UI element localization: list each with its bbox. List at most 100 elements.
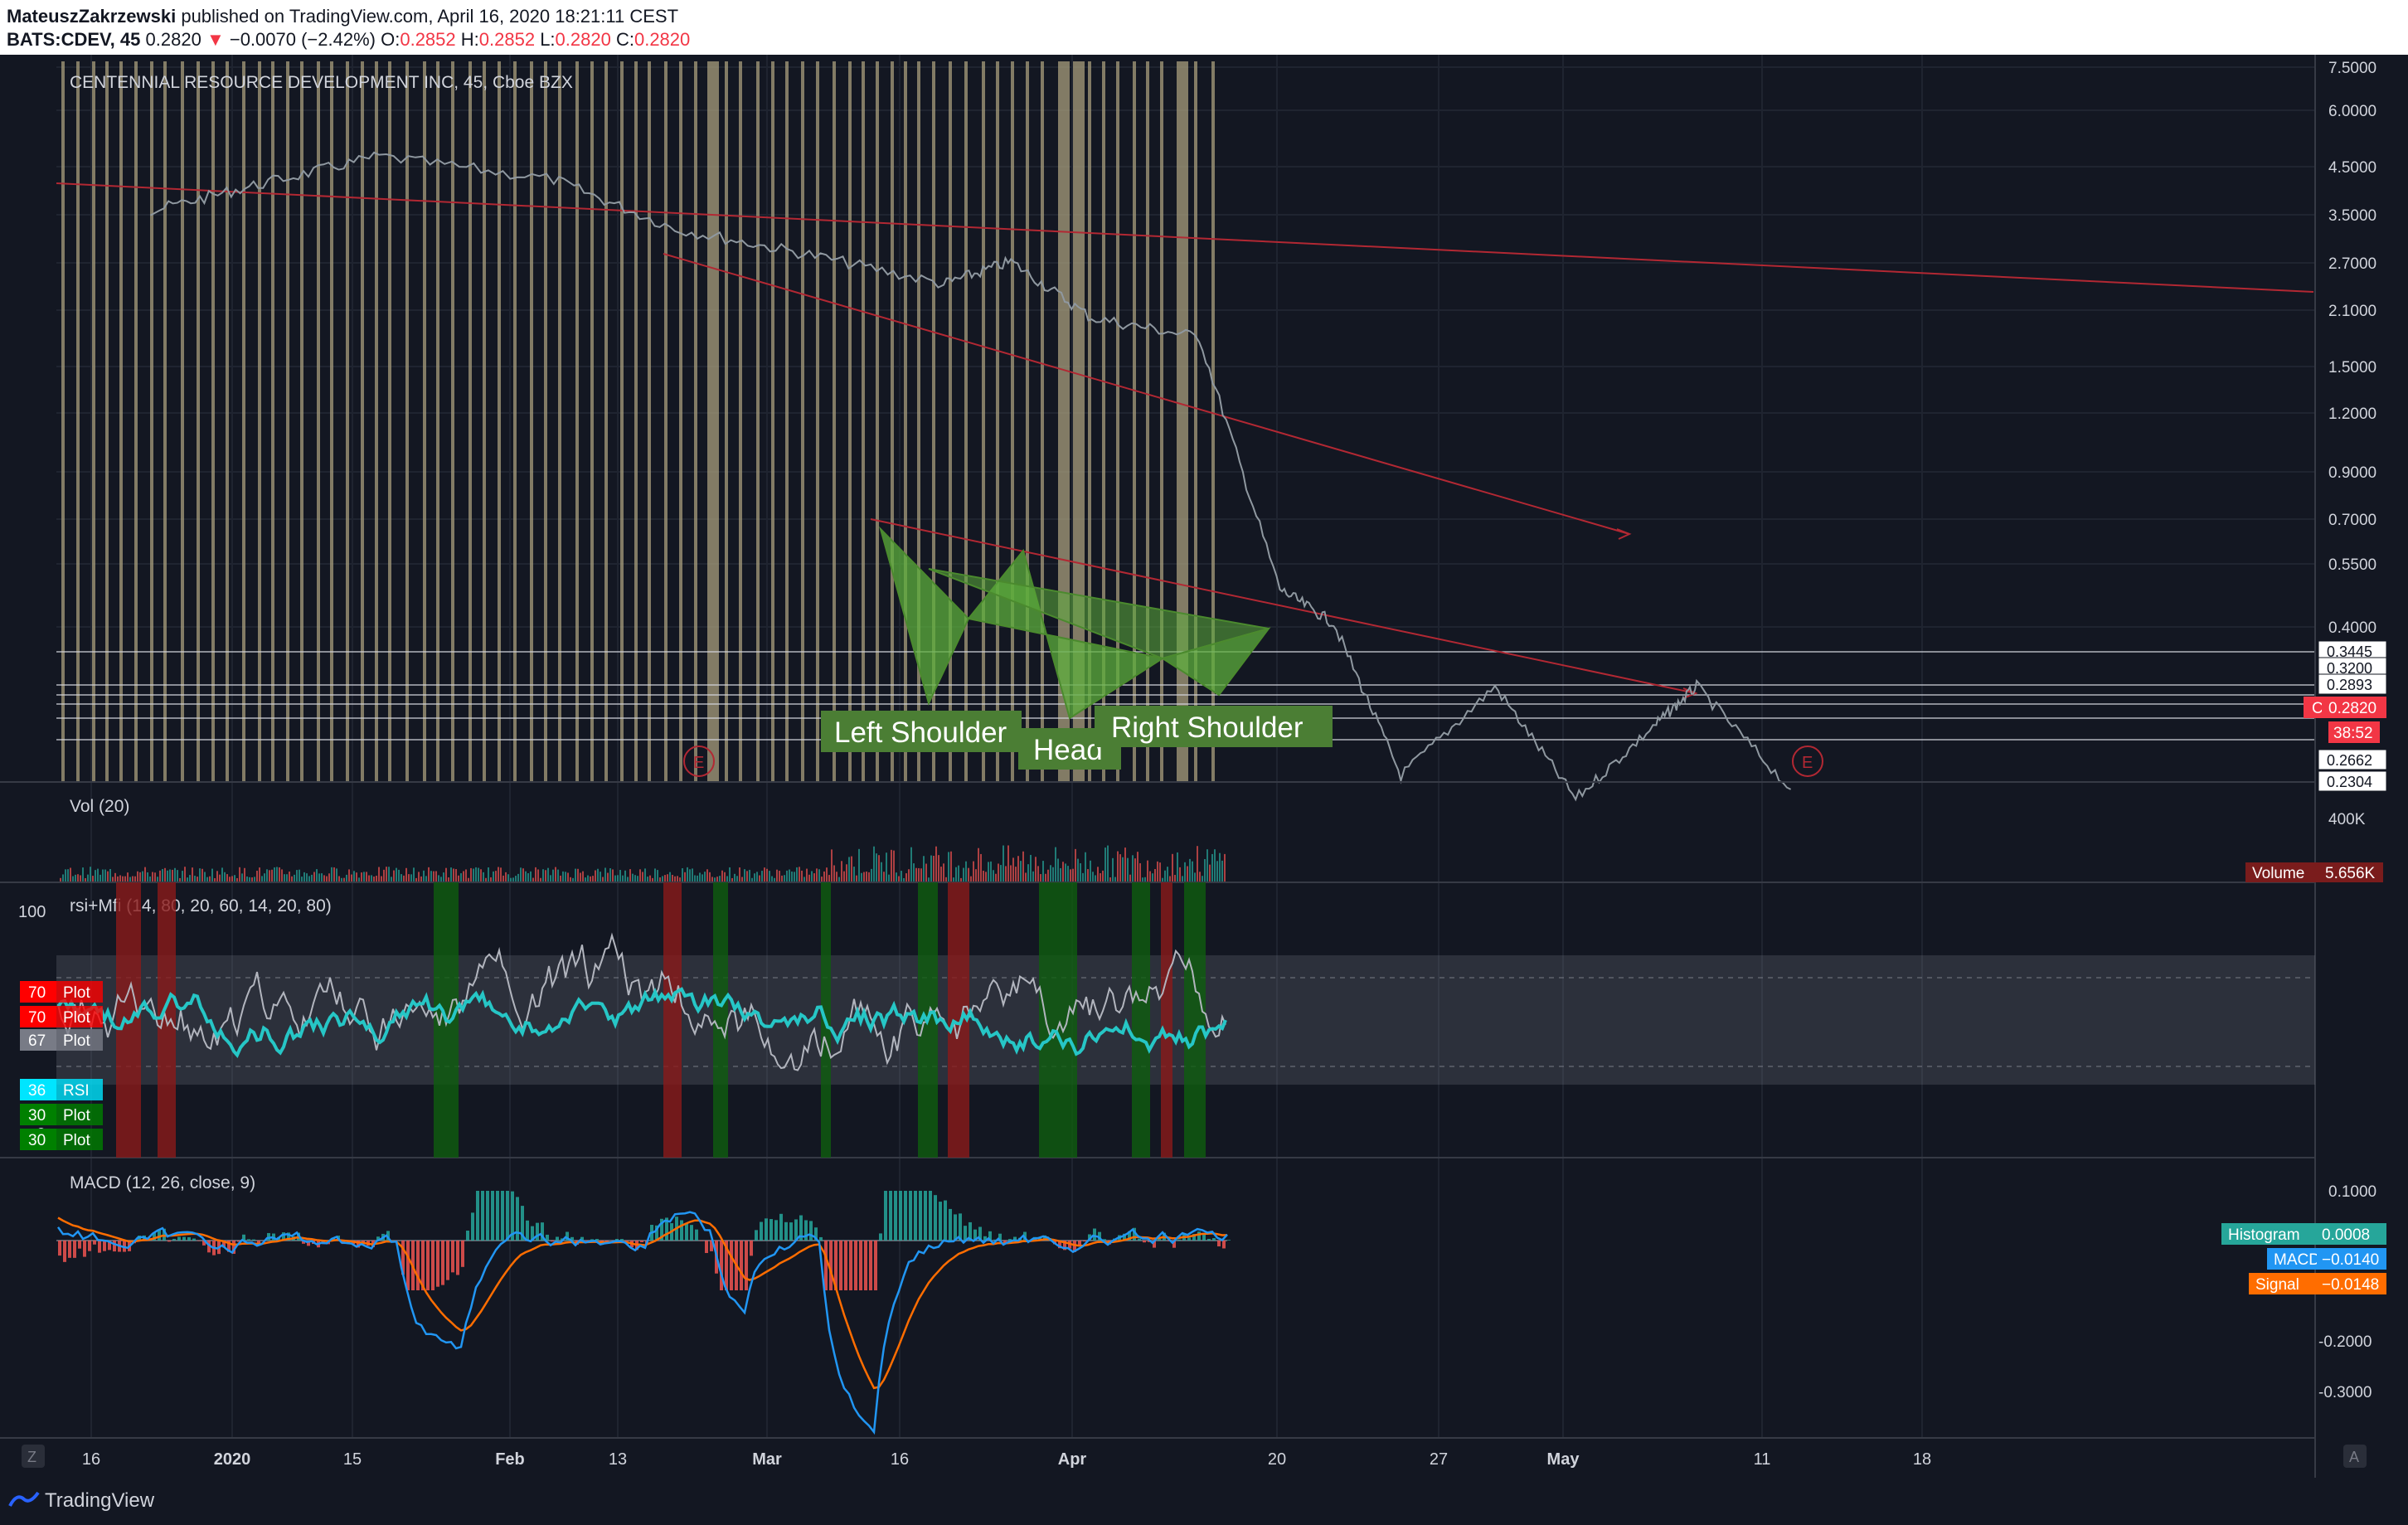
macd-badge-label: Histogram [2228,1226,2300,1244]
volume-bar [517,873,519,881]
chart-canvas[interactable]: Left Shoulder Head Right Shoulder E E CE… [0,55,2408,1478]
volume-bar [853,867,855,881]
price-axis-label: 0.9000 [2328,464,2376,482]
low-label: L: [540,29,556,50]
price-axis-label: 6.0000 [2328,103,2376,120]
volume-bar [393,870,395,881]
high-label: H: [460,29,479,50]
signal-band [286,61,289,782]
volume-bar [913,863,915,881]
volume-bar [1169,876,1171,881]
time-axis-label: Feb [495,1450,525,1469]
histogram-bar [804,1220,808,1241]
histogram-bar [496,1191,499,1241]
volume-bar [734,873,736,881]
histogram-bar [685,1223,688,1241]
volume-bar [403,875,405,881]
signal-band [1026,61,1029,782]
volume-bar [612,869,614,881]
histogram-bar [824,1241,828,1290]
histogram-bar [924,1191,927,1241]
signal-band [134,61,138,782]
volume-bar [241,873,243,881]
tradingview-logo-icon[interactable] [8,1489,40,1511]
volume-bar [592,876,594,881]
volume-bar [527,873,529,881]
histogram-bar [869,1241,872,1290]
volume-bar [983,870,984,881]
volume-bar [744,869,745,881]
price-axis-label: 2.1000 [2328,303,2376,320]
volume-bar [318,873,320,881]
volume-bar [617,875,619,881]
volume-bar [313,872,315,881]
volume-bar [353,871,355,881]
brand-name[interactable]: TradingView [45,1489,154,1513]
volume-bar [654,868,656,881]
volume-axis-label: 400K [2328,811,2366,828]
volume-bar [699,872,701,881]
signal-band [468,61,472,782]
histogram-bar [939,1202,942,1241]
volume-bar [1027,864,1029,881]
volume-bar [684,872,686,881]
volume-bar [438,875,439,881]
macd-badge-value: 0.0008 [2322,1226,2370,1244]
volume-bar [968,867,969,881]
volume-bar [868,872,870,881]
right-shoulder-label: Right Shoulder [1111,712,1304,744]
histogram-bar [516,1197,519,1241]
volume-bar [530,871,532,881]
volume-bar [896,872,897,881]
volume-bar [445,867,447,881]
author-name[interactable]: MateuszZakrzewski [7,6,176,27]
volume-bar [970,876,972,881]
volume-bar [1040,874,1041,881]
volume-bar [172,869,173,881]
volume-bar [219,874,221,881]
head-label: Head [1033,734,1103,766]
volume-bar [791,871,793,881]
volume-bar [378,867,380,881]
rsi-zone [1132,882,1150,1158]
volume-bar [794,872,795,881]
volume-bar [323,875,325,881]
volume-bar [980,853,982,881]
signal-band [1146,61,1149,782]
volume-bar [567,872,569,881]
volume-bar [413,867,415,881]
histogram-bar [481,1191,484,1241]
signal-band [271,61,274,782]
price-series[interactable] [150,151,1792,802]
volume-bar [458,875,459,881]
volume-bar [901,871,902,881]
histogram-bar [944,1200,947,1241]
volume-bar [973,861,974,881]
volume-bar [338,876,340,881]
signal-band [317,61,320,782]
signal-band [848,61,852,782]
time-axis[interactable]: 16 2020 15 Feb 13 Mar 16 Apr 20 27 May 11 18 [82,1450,1931,1469]
volume-bar [607,872,609,881]
volume-bar [741,877,743,881]
volume-bar [950,851,952,881]
volume-bar [786,870,788,881]
volume-bar [998,863,999,881]
volume-bar [629,869,631,881]
volume-bar [587,875,589,881]
earnings-marker-text: E [693,754,704,772]
volume-bar [104,869,106,881]
volume-bar [75,874,76,881]
histogram-bar [556,1236,559,1241]
rsi-badge-value: 70 [28,984,46,1002]
timezone-button-label: Z [27,1449,36,1465]
volume-bar [221,867,223,881]
volume-bar [410,874,412,881]
price-axis[interactable]: 7.5000 6.0000 4.5000 3.5000 2.7000 2.1000 1.50… [2328,60,2376,637]
time-axis-label: 27 [1430,1450,1448,1469]
volume-bar [522,868,524,881]
volume-bar [139,872,141,881]
volume-bar [1154,868,1156,881]
volume-bar [714,877,716,881]
volume-bar [430,871,432,881]
